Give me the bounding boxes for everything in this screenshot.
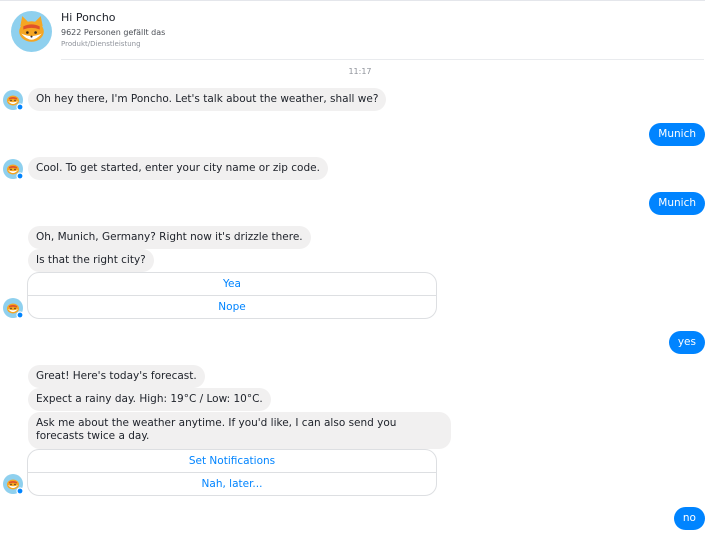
bot-message: Great! Here's today's forecast. [28,365,205,388]
chat-header: Hi Poncho 9622 Personen gefällt das Prod… [0,0,705,61]
nope-button[interactable]: Nope [28,295,436,318]
quick-reply-card: Yea Nope [27,272,437,319]
bot-message: Cool. To get started, enter your city na… [28,157,328,180]
user-message: Munich [649,192,705,215]
message-timestamp: 11:17 [348,67,372,76]
page-title[interactable]: Hi Poncho [61,11,116,24]
bot-message: Oh, Munich, Germany? Right now it's driz… [28,226,311,249]
poncho-avatar[interactable] [11,11,52,52]
bot-message: Is that the right city? [28,249,154,272]
bot-avatar-icon [3,159,23,179]
set-notifications-button[interactable]: Set Notifications [28,450,436,472]
bot-message: Oh hey there, I'm Poncho. Let's talk abo… [28,88,387,111]
bot-message: Expect a rainy day. High: 19°C / Low: 10… [28,388,271,411]
header-divider [61,59,704,60]
yea-button[interactable]: Yea [28,273,436,295]
bot-message: Ask me about the weather anytime. If you… [28,412,451,449]
user-message: Munich [649,123,705,146]
user-message: yes [668,331,705,354]
bot-avatar-icon [3,90,23,110]
user-message: no [673,507,705,530]
nah-later-button[interactable]: Nah, later... [28,472,436,495]
quick-reply-card: Set Notifications Nah, later... [27,449,437,496]
messenger-window: Hi Poncho 9622 Personen gefällt das Prod… [0,0,720,537]
page-category: Produkt/Dienstleistung [61,40,141,48]
likes-count: 9622 Personen gefällt das [61,28,166,37]
bot-avatar-icon [3,474,23,494]
bot-avatar-icon [3,298,23,318]
